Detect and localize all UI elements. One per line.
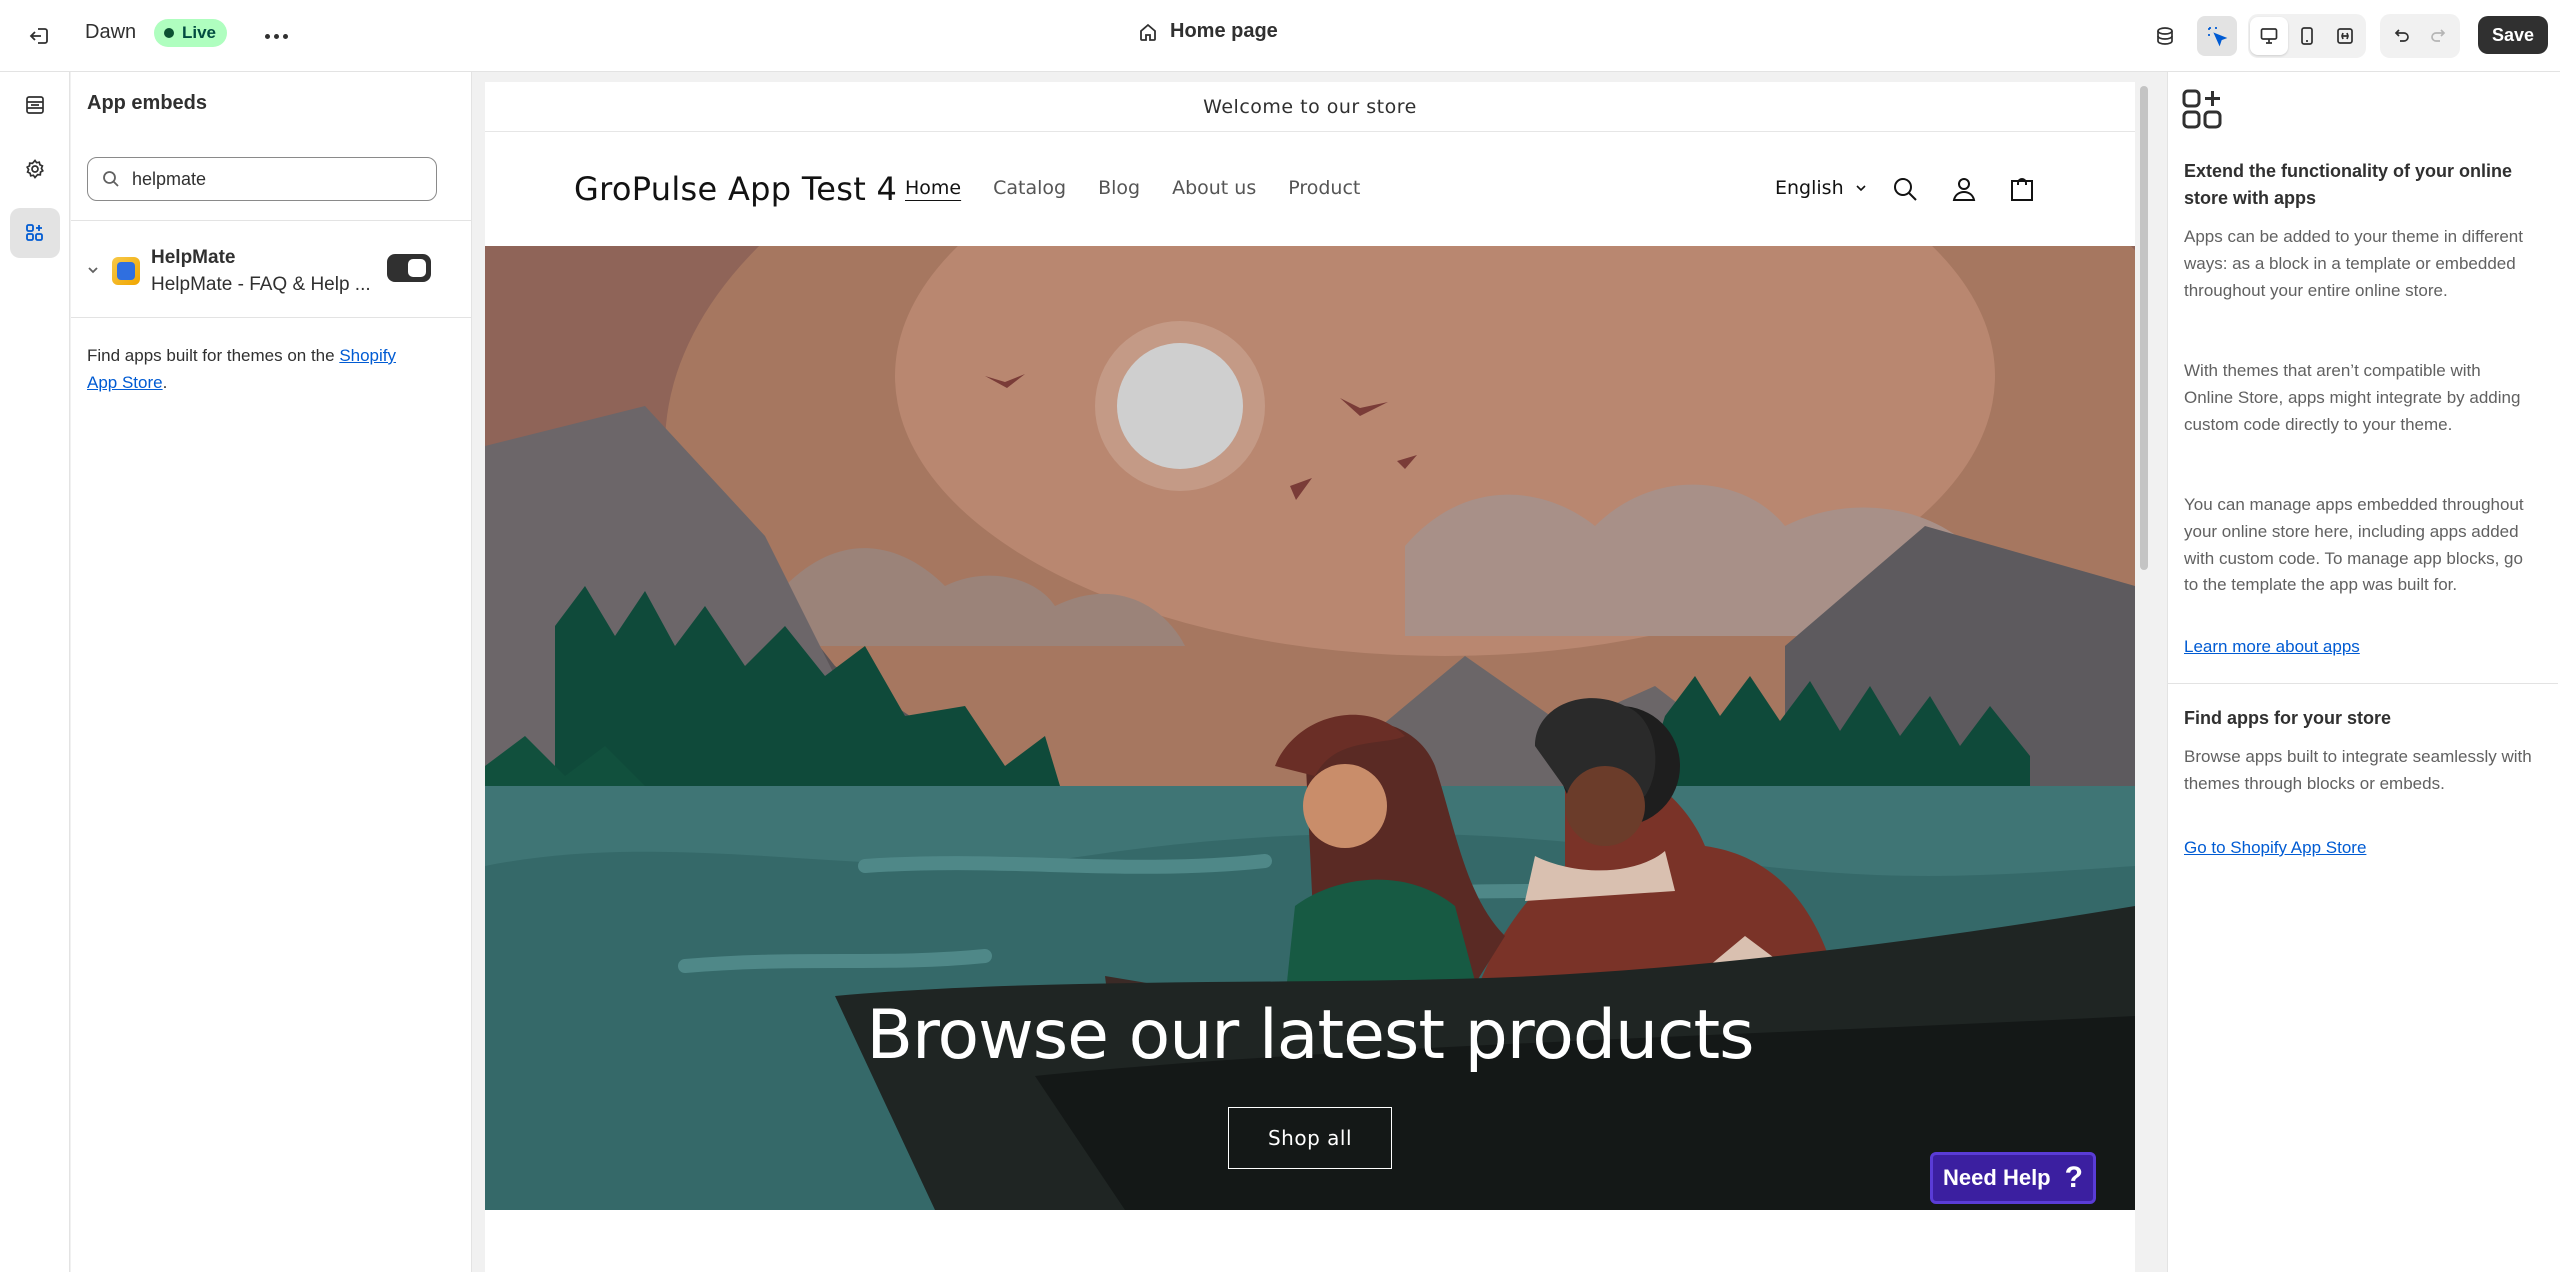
- search-icon: [103, 171, 119, 187]
- storefront-preview: Welcome to our store GroPulse App Test 4…: [485, 82, 2135, 1272]
- more-dots-icon: [264, 33, 270, 39]
- home-icon: [1140, 23, 1156, 41]
- chevron-down-icon: [1856, 185, 1866, 192]
- nav-blog[interactable]: Blog: [1098, 177, 1140, 199]
- announcement-bar: Welcome to our store: [485, 82, 2135, 132]
- page-selector[interactable]: Home page: [1138, 20, 1278, 43]
- nav-about-us[interactable]: About us: [1172, 177, 1256, 199]
- app-subtitle: HelpMate - FAQ & Help ...: [151, 274, 371, 295]
- more-actions-button[interactable]: [256, 16, 296, 56]
- preview-scrollbar-thumb[interactable]: [2140, 86, 2148, 570]
- redo-button[interactable]: [2420, 17, 2458, 55]
- panel-title: App embeds: [87, 92, 208, 114]
- nav-catalog[interactable]: Catalog: [993, 177, 1066, 199]
- app-embeds-button[interactable]: [10, 208, 60, 258]
- mobile-icon: [2301, 27, 2313, 45]
- desktop-icon: [2260, 28, 2278, 44]
- gear-icon: [26, 159, 44, 179]
- hero-title: Browse our latest products: [866, 996, 1754, 1075]
- live-badge-label: Live: [182, 23, 217, 42]
- live-status-badge: Live: [154, 19, 228, 47]
- need-help-label: Need Help: [1943, 1165, 2051, 1190]
- mobile-view-button[interactable]: [2288, 17, 2326, 55]
- find-apps-text: Find apps built for themes on the Shopif…: [87, 342, 427, 396]
- redo-icon: [2431, 29, 2446, 42]
- more-dot: [273, 33, 279, 39]
- sections-button[interactable]: [10, 80, 60, 130]
- find-apps-suffix: .: [162, 373, 168, 392]
- language-label: English: [1775, 177, 1844, 199]
- app-store-link[interactable]: Go to Shopify App Store: [2184, 838, 2366, 858]
- learn-more-link[interactable]: Learn more about apps: [2184, 637, 2360, 657]
- app-embeds-panel: App embeds HelpMate HelpMate - FAQ & Hel…: [71, 72, 472, 1272]
- search-icon[interactable]: [1887, 171, 1923, 207]
- nav-home[interactable]: Home: [905, 177, 961, 199]
- left-rail: [0, 72, 70, 1272]
- exit-icon[interactable]: [20, 16, 60, 56]
- divider: [71, 220, 472, 221]
- undo-button[interactable]: [2382, 17, 2420, 55]
- theme-settings-button[interactable]: [10, 144, 60, 194]
- search-input[interactable]: [132, 168, 412, 190]
- find-apps-paragraph: Browse apps built to integrate seamlessl…: [2184, 747, 2532, 793]
- cursor-select-icon: [2208, 27, 2228, 47]
- info-paragraph-2: With themes that aren’t compatible with …: [2184, 361, 2521, 434]
- store-header: GroPulse App Test 4 Home Catalog Blog Ab…: [485, 133, 2135, 246]
- theme-name: Dawn: [85, 21, 137, 43]
- search-field[interactable]: [87, 157, 437, 201]
- info-heading: Extend the functionality of your online …: [2184, 161, 2513, 208]
- expand-icon: [2337, 28, 2353, 44]
- sections-icon: [26, 96, 44, 114]
- live-dot-icon: [164, 28, 174, 38]
- apps-icon: [26, 224, 43, 241]
- top-bar: Dawn Live Home page Save: [0, 0, 2560, 72]
- helpmate-app-icon: [112, 257, 140, 285]
- page-selector-label: Home page: [1170, 20, 1278, 42]
- app-embed-toggle[interactable]: [387, 254, 431, 282]
- desktop-view-button[interactable]: [2250, 17, 2288, 55]
- info-panel: Extend the functionality of your online …: [2167, 72, 2560, 1272]
- info-paragraph-1: Apps can be added to your theme in diffe…: [2184, 227, 2523, 300]
- store-preview-button[interactable]: [2145, 16, 2185, 56]
- divider: [71, 317, 472, 318]
- hero-banner: Browse our latest products Shop all: [485, 246, 2135, 1210]
- question-icon: ?: [2064, 1161, 2083, 1194]
- toggle-knob: [408, 259, 426, 277]
- find-apps-prefix: Find apps built for themes on the: [87, 346, 340, 365]
- apps-add-icon: [2182, 89, 2222, 129]
- chevron-down-icon[interactable]: [85, 262, 101, 283]
- find-apps-heading: Find apps for your store: [2184, 708, 2392, 728]
- history-controls: [2380, 14, 2460, 58]
- info-paragraph-3: You can manage apps embedded throughout …: [2184, 495, 2524, 595]
- more-dot: [282, 33, 288, 39]
- cart-icon[interactable]: [2004, 171, 2040, 207]
- database-icon: [2157, 27, 2173, 45]
- undo-icon: [2394, 29, 2409, 42]
- divider: [2168, 683, 2558, 684]
- viewport-switcher: [2248, 14, 2366, 58]
- need-help-widget[interactable]: Need Help ?: [1930, 1152, 2096, 1204]
- store-nav: Home Catalog Blog About us Product: [905, 177, 1360, 199]
- save-button[interactable]: Save: [2478, 16, 2548, 54]
- account-icon[interactable]: [1946, 171, 1982, 207]
- store-name[interactable]: GroPulse App Test 4: [574, 170, 897, 208]
- nav-product[interactable]: Product: [1288, 177, 1360, 199]
- app-name: HelpMate: [151, 247, 236, 268]
- language-selector[interactable]: English: [1775, 177, 1868, 199]
- shop-all-button[interactable]: Shop all: [1228, 1107, 1392, 1169]
- fullscreen-view-button[interactable]: [2326, 17, 2364, 55]
- inspector-toggle-button[interactable]: [2197, 16, 2237, 56]
